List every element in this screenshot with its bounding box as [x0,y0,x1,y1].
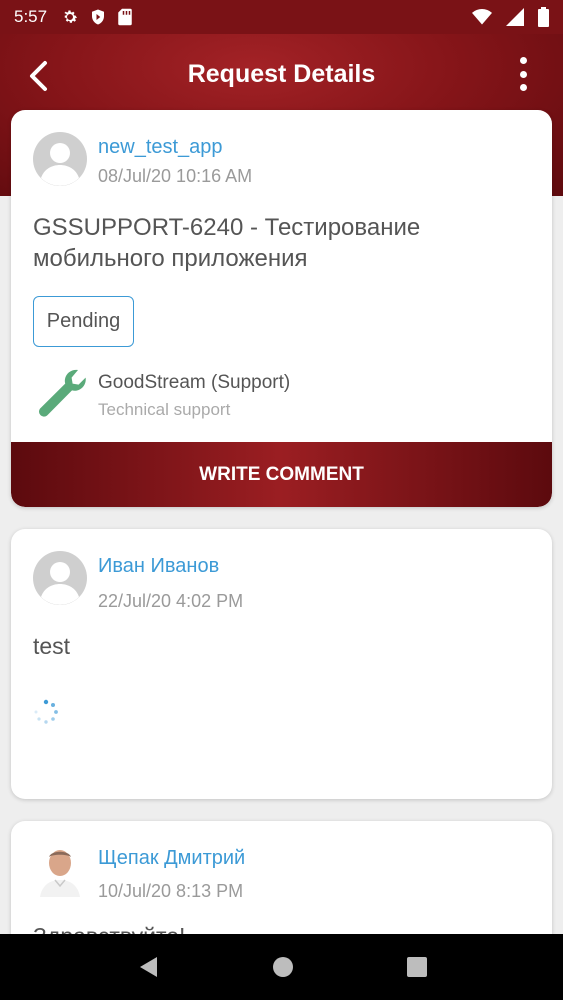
sd-card-icon [118,8,132,26]
service-name: GoodStream (Support) [98,372,291,393]
shield-play-icon [92,9,105,25]
system-nav-bar [0,934,563,1000]
service-category: Technical support [98,400,231,419]
more-vert-icon-dot [519,70,527,78]
comment-text: test [33,633,71,659]
settings-icon [64,10,78,23]
comment-author[interactable]: Щепак Дмитрий [98,847,245,870]
avatar [33,132,87,186]
default-user-icon [41,562,79,605]
signal-icon [506,8,524,26]
comment-card: Иван Иванов 22/Jul/20 4:02 PM test [11,529,552,799]
comment-author[interactable]: Иван Иванов [98,555,219,578]
request-title: GSSUPPORT-6240 - Тестирование мобильного… [33,214,421,272]
more-vert-icon-dot [519,57,527,64]
wifi-icon [472,9,492,25]
nav-home-icon[interactable] [272,956,294,978]
write-comment-button[interactable]: WRITE COMMENT [11,442,552,507]
status-bar: 5:57 [0,0,563,34]
nav-back-icon[interactable] [137,955,159,979]
status-badge: Pending [33,296,134,347]
more-options-button[interactable] [513,54,533,94]
comment-date: 10/Jul/20 8:13 PM [98,881,244,901]
loading-spinner-icon [34,699,58,724]
user-photo-icon [40,850,80,897]
comment-date: 22/Jul/20 4:02 PM [98,591,244,611]
page-title: Request Details [187,60,376,88]
avatar [33,551,87,605]
request-author[interactable]: new_test_app [98,136,223,159]
request-card: new_test_app 08/Jul/20 10:16 AM GSSUPPOR… [11,110,552,507]
nav-recents-icon[interactable] [406,957,427,977]
avatar [35,843,85,897]
wrench-icon [38,369,86,417]
status-time: 5:57 [14,7,48,26]
request-date: 08/Jul/20 10:16 AM [98,166,253,186]
default-user-icon [41,143,79,186]
more-vert-icon-dot [519,84,527,91]
battery-icon [538,7,549,27]
